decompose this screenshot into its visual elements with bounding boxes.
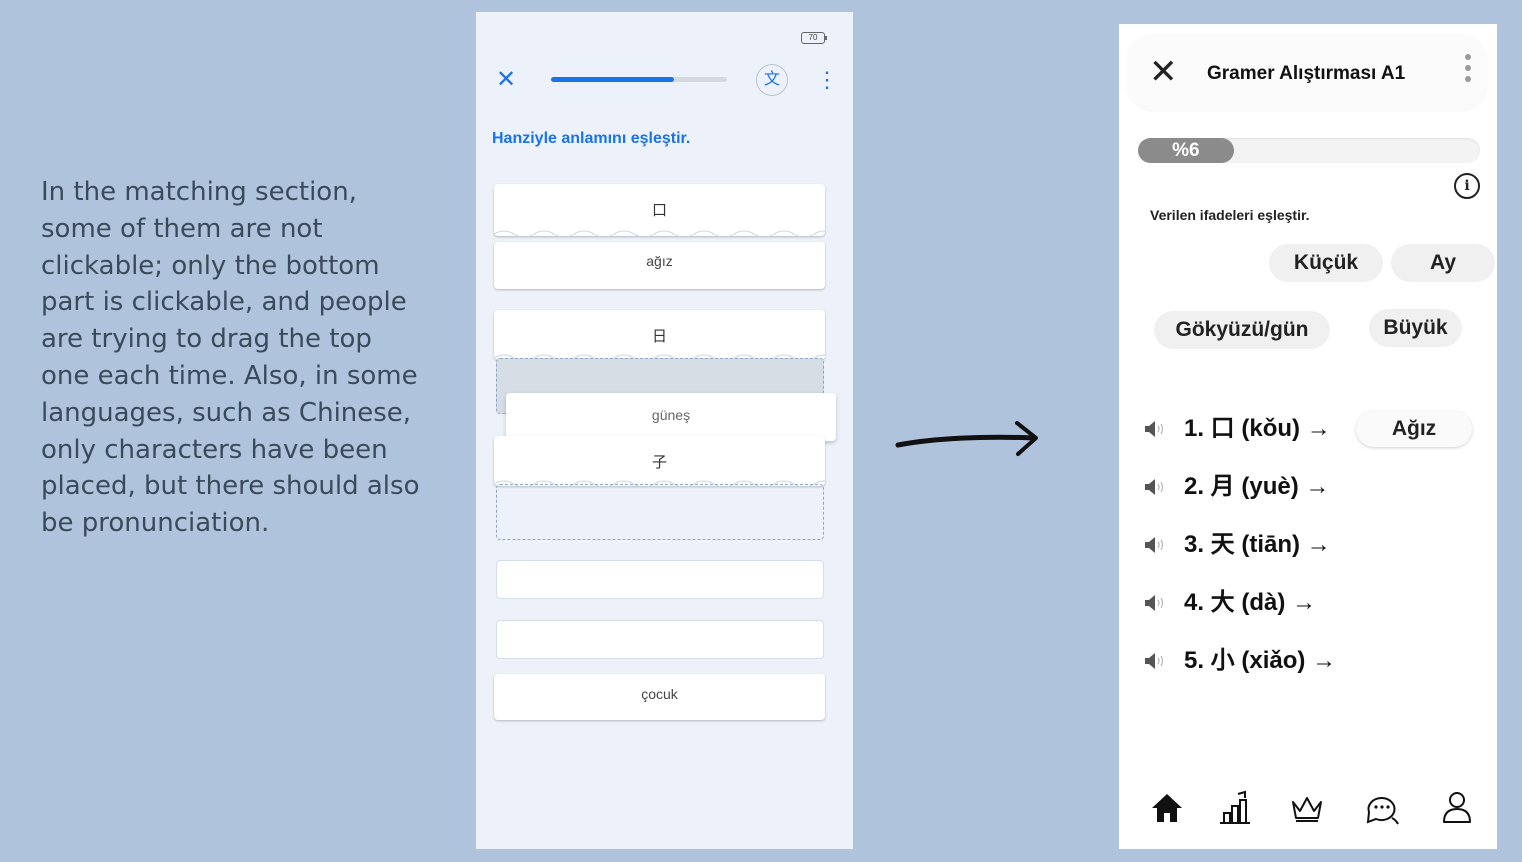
home-icon[interactable]	[1147, 788, 1187, 828]
hanzi-text: 日	[651, 328, 667, 345]
progress-bar: %6	[1138, 138, 1480, 163]
progress-bar-fill	[551, 77, 675, 82]
answer-card[interactable]: çocuk	[494, 674, 825, 720]
meaning-text: ağız	[646, 253, 673, 269]
transition-arrow	[895, 421, 1038, 456]
speaker-icon[interactable]	[1143, 593, 1165, 613]
progress-percent: %6	[1138, 138, 1234, 163]
stats-icon[interactable]	[1215, 788, 1255, 828]
placed-answer[interactable]: Ağız	[1356, 411, 1472, 447]
answer-card[interactable]	[496, 560, 824, 599]
answer-card[interactable]	[496, 620, 824, 659]
answer-chip[interactable]: Büyük	[1369, 309, 1462, 347]
match-item-label: 4. 大 (dà) →	[1184, 589, 1317, 616]
hanzi-card: 日	[494, 310, 825, 362]
after-screen: ✕ Gramer Alıştırması A1 %6 i Verilen ifa…	[1119, 24, 1497, 849]
hanzi-text: 子	[651, 454, 667, 471]
hanzi-card: 子	[494, 436, 825, 488]
wave-divider	[494, 230, 825, 238]
close-icon[interactable]: ✕	[494, 68, 518, 92]
dragging-card[interactable]: güneş	[506, 393, 836, 441]
instruction-text: Hanziyle anlamını eşleştir.	[492, 130, 691, 147]
speaker-icon[interactable]	[1143, 477, 1165, 497]
meaning-card[interactable]: ağız	[494, 242, 825, 289]
instruction-text: Verilen ifadeleri eşleştir.	[1150, 207, 1310, 223]
match-item-label: 2. 月 (yuè) →	[1184, 473, 1330, 500]
crown-icon[interactable]	[1287, 788, 1327, 828]
answer-chip[interactable]: Küçük	[1269, 244, 1383, 282]
progress-bar	[551, 77, 727, 82]
close-icon[interactable]: ✕	[1149, 53, 1178, 91]
match-item-label: 1. 口 (kǒu) →	[1184, 415, 1331, 442]
speaker-icon[interactable]	[1143, 535, 1165, 555]
match-item-label: 3. 天 (tiān) →	[1184, 531, 1331, 558]
answer-chip[interactable]: Ay	[1391, 244, 1495, 282]
drop-slot[interactable]	[496, 484, 824, 540]
info-icon[interactable]: i	[1454, 173, 1480, 199]
header-bar: ✕ Gramer Alıştırması A1	[1127, 34, 1487, 110]
hanzi-text: 口	[651, 202, 667, 219]
hanzi-card: 口	[494, 184, 825, 238]
answer-card-text: çocuk	[641, 686, 678, 702]
dragging-card-text: güneş	[651, 407, 691, 423]
annotation-text: In the matching section, some of them ar…	[41, 177, 420, 539]
translate-icon[interactable]: 文	[756, 64, 788, 96]
speaker-icon[interactable]	[1143, 651, 1165, 671]
profile-icon[interactable]	[1437, 788, 1477, 828]
before-screen: 70 ✕ 文 ⋮ Hanziyle anlamını eşleştir. 口 a…	[476, 12, 853, 849]
page-title: Gramer Alıştırması A1	[1207, 63, 1406, 84]
battery-indicator: 70	[801, 32, 827, 44]
speaker-icon[interactable]	[1143, 419, 1165, 439]
chat-icon[interactable]	[1362, 788, 1402, 828]
more-options-icon[interactable]	[1463, 54, 1473, 87]
more-options-icon[interactable]: ⋮	[816, 68, 838, 92]
match-item-label: 5. 小 (xiǎo) →	[1184, 647, 1337, 674]
answer-chip[interactable]: Gökyüzü/gün	[1154, 311, 1330, 349]
